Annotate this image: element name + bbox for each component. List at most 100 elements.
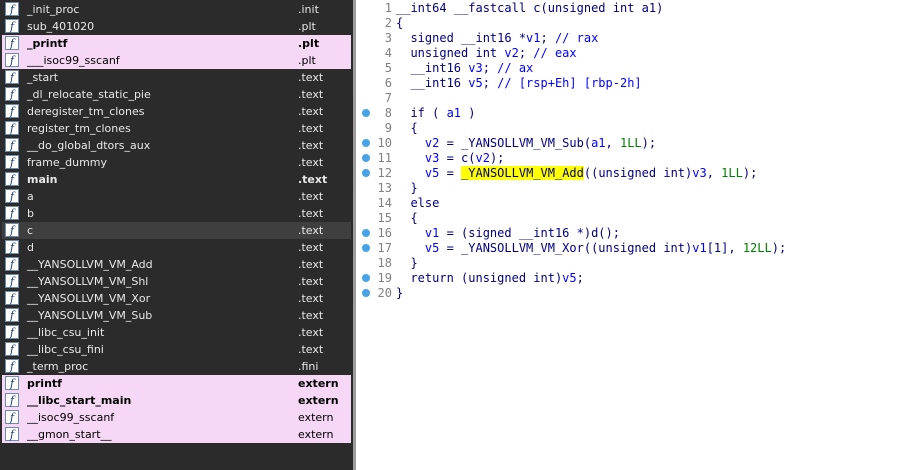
function-row[interactable]: f _term_proc .fini (2, 358, 351, 375)
function-segment: extern (298, 377, 339, 390)
function-row[interactable]: f main .text (2, 171, 351, 188)
function-icon: f (5, 155, 19, 169)
function-row[interactable]: f b .text (2, 205, 351, 222)
line-number: 15 (377, 211, 392, 225)
function-row[interactable]: f __YANSOLLVM_VM_Xor .text (2, 290, 351, 307)
code-text: { (396, 16, 403, 31)
line-number: 12 (377, 166, 392, 180)
code-text: v5 = _YANSOLLVM_VM_Add((unsigned int)v3,… (396, 166, 757, 181)
function-segment: .text (298, 122, 324, 135)
function-icon: f (5, 393, 19, 407)
line-number: 9 (384, 121, 392, 135)
code-text: v5 = _YANSOLLVM_VM_Xor((unsigned int)v1[… (396, 241, 786, 256)
function-row[interactable]: f register_tm_clones .text (2, 120, 351, 137)
code-token: } (396, 286, 404, 300)
code-token: // rax (547, 31, 599, 45)
function-row[interactable]: f deregister_tm_clones .text (2, 103, 351, 120)
function-icon: f (5, 189, 19, 203)
functions-window: f _init_proc .init f sub_401020 .plt f _printf.… (0, 0, 353, 470)
function-row[interactable]: f __YANSOLLVM_VM_Add .text (2, 256, 351, 273)
function-name: register_tm_clones (27, 122, 131, 135)
function-icon: f (5, 274, 19, 288)
function-name: __libc_start_main (27, 394, 132, 407)
line-number: 6 (384, 76, 392, 90)
function-icon: f (5, 240, 19, 254)
function-row[interactable]: f sub_401020 .plt (2, 18, 351, 35)
function-name: __libc_csu_fini (27, 343, 104, 356)
code-token: ); (771, 241, 787, 255)
function-segment: .plt (298, 37, 320, 50)
line-number: 16 (377, 226, 392, 240)
function-row[interactable]: f a .text (2, 188, 351, 205)
code-token: { (396, 211, 418, 225)
function-icon: f (5, 325, 19, 339)
function-name: sub_401020 (27, 20, 95, 33)
function-name: b (27, 207, 34, 220)
code-token: = (signed __int16 *)d(); (439, 226, 620, 240)
code-token: a1 (591, 136, 606, 150)
function-segment: extern (298, 394, 339, 407)
function-name: __YANSOLLVM_VM_Xor (27, 292, 151, 305)
function-row[interactable]: f ___isoc99_sscanf .plt (2, 52, 351, 69)
function-row[interactable]: f _dl_relocate_static_pie .text (2, 86, 351, 103)
function-icon: f (5, 19, 19, 33)
function-row[interactable]: f c .text (2, 222, 351, 239)
function-row[interactable]: f __libc_csu_init .text (2, 324, 351, 341)
function-row[interactable]: f _init_proc .init (2, 1, 351, 18)
function-list: f _init_proc .init f sub_401020 .plt f _printf.… (2, 1, 351, 443)
code-text: v3 = c(v2); (396, 151, 504, 166)
function-row[interactable]: f __libc_csu_fini .text (2, 341, 351, 358)
code-text: __int16 v5; // [rsp+Eh] [rbp-2h] (396, 76, 641, 91)
function-row[interactable]: f _start .text (2, 69, 351, 86)
code-token: ; (518, 46, 527, 60)
function-icon: f (5, 342, 19, 356)
line-number: 19 (377, 271, 392, 285)
code-text: unsigned int v2; // eax (396, 46, 576, 61)
function-row[interactable]: f printf extern (2, 375, 351, 392)
function-segment: extern (298, 411, 334, 424)
code-token: else (396, 196, 440, 210)
code-token: v2 (475, 151, 490, 165)
code-token: , (706, 166, 722, 180)
function-row[interactable]: f __do_global_dtors_aux .text (2, 137, 351, 154)
function-segment: .text (298, 258, 324, 271)
function-row[interactable]: f __YANSOLLVM_VM_Sub .text (2, 307, 351, 324)
code-token: { (396, 16, 404, 30)
code-text: v1 = (signed __int16 *)d(); (396, 226, 620, 241)
function-row[interactable]: f __gmon_start__ extern (2, 426, 351, 443)
function-icon: f (5, 138, 19, 152)
function-segment: .text (298, 88, 324, 101)
function-name: _start (27, 71, 59, 84)
function-row[interactable]: f _printf .plt (2, 35, 351, 52)
function-icon: f (5, 36, 19, 50)
function-icon: f (5, 308, 19, 322)
function-row[interactable]: f frame_dummy .text (2, 154, 351, 171)
code-text: __int16 v3; // ax (396, 61, 533, 76)
highlighted-token[interactable]: _YANSOLLVM_VM_Add (461, 166, 584, 180)
pseudocode-view[interactable]: 1 __int64 __fastcall c(unsigned int a1) 2 {… (356, 0, 912, 470)
function-name: main (27, 173, 58, 186)
code-token: ); (489, 151, 505, 165)
function-segment: .text (298, 326, 324, 339)
function-segment: .fini (298, 360, 319, 373)
function-row[interactable]: f __libc_start_main extern (2, 392, 351, 409)
code-token: v3 (692, 166, 707, 180)
code-token: __int16 (396, 61, 469, 75)
line-number: 2 (384, 16, 392, 30)
code-token: v2 (424, 136, 440, 150)
function-row[interactable]: f __isoc99_sscanf extern (2, 409, 351, 426)
function-icon: f (5, 376, 19, 390)
function-row[interactable]: f __YANSOLLVM_VM_Shl .text (2, 273, 351, 290)
line-number: 14 (377, 196, 392, 210)
code-token: = _YANSOLLVM_VM_Xor((unsigned int) (439, 241, 693, 255)
code-token: = c( (439, 151, 476, 165)
code-token: a1 (446, 106, 462, 120)
function-name: __libc_csu_init (27, 326, 105, 339)
function-segment: .text (298, 343, 324, 356)
function-icon: f (5, 104, 19, 118)
function-segment: .init (298, 3, 319, 16)
function-icon: f (5, 410, 19, 424)
function-segment: .text (298, 71, 324, 84)
function-row[interactable]: f d .text (2, 239, 351, 256)
code-token: { (396, 121, 418, 135)
